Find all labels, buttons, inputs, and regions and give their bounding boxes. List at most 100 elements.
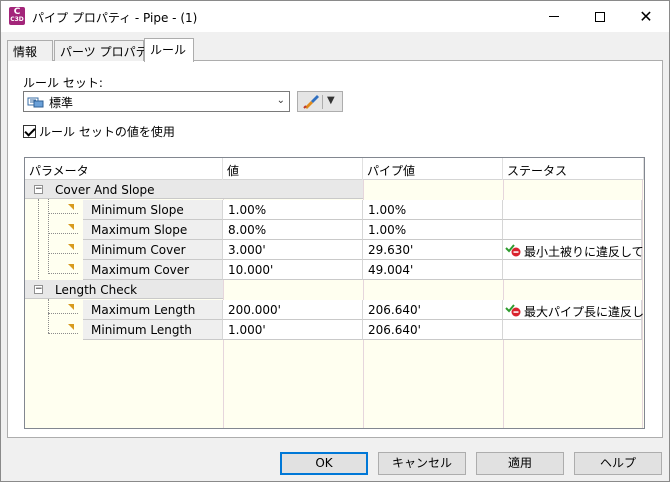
parameter-cell: Minimum Cover	[83, 240, 223, 260]
table-row[interactable]: Minimum Length 1.000' 206.640'	[25, 320, 644, 340]
parameter-name: Minimum Cover	[91, 243, 186, 257]
group-row-length-check[interactable]: − Length Check	[25, 280, 644, 300]
status-cell	[503, 260, 642, 280]
chevron-down-icon: ⌄	[276, 95, 285, 106]
collapse-toggle-icon[interactable]: −	[34, 285, 43, 294]
parameter-name: Maximum Slope	[91, 223, 188, 237]
status-text: 最小土被りに違反して...	[524, 245, 645, 259]
ruleset-selected-value: 標準	[49, 96, 74, 110]
app-icon-sub: C3D	[10, 16, 24, 23]
title-bar[interactable]: C C3D パイプ プロパティ - Pipe - (1) ✕	[1, 1, 669, 32]
column-header-status[interactable]: ステータス	[503, 158, 644, 180]
value-cell[interactable]: 1.000'	[223, 320, 363, 340]
dropdown-arrow-icon[interactable]: ▼	[327, 95, 335, 106]
pipe-value-text: 1.00%	[368, 223, 407, 237]
group-header-cell: − Length Check	[25, 280, 223, 299]
table-row[interactable]: Maximum Cover 10.000' 49.004'	[25, 260, 644, 280]
pipe-value-cell: 29.630'	[363, 240, 503, 260]
value-text: 10.000'	[228, 263, 274, 277]
pipe-value-text: 1.00%	[368, 203, 407, 217]
status-cell: 最大パイプ長に違反し...	[503, 300, 645, 320]
ruleset-select[interactable]: 標準 ⌄	[23, 91, 290, 112]
minimize-button[interactable]	[531, 1, 577, 32]
table-row[interactable]: Minimum Cover 3.000' 29.630' 最小土被りに違反して.…	[25, 240, 644, 260]
rule-flag-icon	[68, 224, 74, 230]
ruleset-label: ルール セット:	[23, 76, 103, 90]
pipe-value-cell: 206.640'	[363, 300, 503, 320]
value-text: 1.000'	[228, 323, 266, 337]
collapse-toggle-icon[interactable]: −	[34, 185, 43, 194]
value-cell[interactable]: 200.000'	[223, 300, 363, 320]
close-button[interactable]: ✕	[623, 1, 669, 32]
parameter-cell: Maximum Length	[83, 300, 223, 320]
value-text: 1.00%	[228, 203, 267, 217]
tab-part-properties[interactable]: パーツ プロパティ	[54, 40, 159, 61]
parameter-name: Maximum Length	[91, 303, 196, 317]
value-cell[interactable]: 1.00%	[223, 200, 363, 220]
status-cell: 最小土被りに違反して...	[503, 240, 645, 260]
window-title: パイプ プロパティ - Pipe - (1)	[32, 11, 198, 25]
status-cell	[503, 320, 642, 340]
use-ruleset-values-checkbox[interactable]	[23, 125, 36, 138]
tool-separator	[322, 95, 323, 109]
status-cell	[503, 220, 642, 240]
use-ruleset-values-label: ルール セットの値を使用	[39, 125, 175, 139]
value-text: 8.00%	[228, 223, 267, 237]
value-cell[interactable]: 3.000'	[223, 240, 363, 260]
parameter-cell: Maximum Cover	[83, 260, 223, 280]
ruleset-icon	[27, 97, 44, 108]
parameter-name: Minimum Length	[91, 323, 192, 337]
parameter-name: Minimum Slope	[91, 203, 184, 217]
pipe-value-text: 29.630'	[368, 243, 414, 257]
value-text: 3.000'	[228, 243, 266, 257]
group-header-cell: − Cover And Slope	[25, 180, 363, 199]
maximize-icon	[595, 11, 605, 22]
use-ruleset-values-row[interactable]: ルール セットの値を使用	[23, 123, 175, 140]
rule-violation-icon	[505, 304, 521, 317]
value-text: 200.000'	[228, 303, 281, 317]
cancel-button[interactable]: キャンセル	[378, 452, 466, 475]
minimize-icon	[549, 16, 559, 17]
group-name: Cover And Slope	[55, 183, 155, 197]
parameter-name: Maximum Cover	[91, 263, 190, 277]
close-icon: ✕	[639, 6, 653, 26]
status-cell	[503, 200, 642, 220]
group-name: Length Check	[55, 283, 138, 297]
table-row[interactable]: Maximum Length 200.000' 206.640' 最大パイプ長に…	[25, 300, 644, 320]
tab-rules[interactable]: ルール	[144, 38, 194, 62]
parameter-cell: Minimum Length	[83, 320, 223, 340]
apply-button[interactable]: 適用	[476, 452, 564, 475]
column-header-pipe-value[interactable]: パイプ値	[363, 158, 503, 180]
dialog-window: C C3D パイプ プロパティ - Pipe - (1) ✕ 情報 パーツ プロ…	[0, 0, 670, 482]
grid-header: パラメータ 値 パイプ値 ステータス	[25, 158, 644, 180]
column-header-parameter[interactable]: パラメータ	[25, 158, 223, 180]
pipe-value-cell: 206.640'	[363, 320, 503, 340]
pipe-value-text: 49.004'	[368, 263, 414, 277]
rule-flag-icon	[68, 204, 74, 210]
rule-flag-icon	[68, 324, 74, 330]
pipe-value-cell: 1.00%	[363, 200, 503, 220]
ok-button[interactable]: OK	[280, 452, 368, 475]
civil3d-app-icon: C C3D	[9, 7, 25, 25]
edit-ruleset-button[interactable]: ▼	[297, 91, 343, 112]
pipe-value-cell: 1.00%	[363, 220, 503, 240]
parameter-cell: Maximum Slope	[83, 220, 223, 240]
rule-flag-icon	[68, 244, 74, 250]
brush-edit-icon	[303, 95, 319, 109]
value-cell[interactable]: 8.00%	[223, 220, 363, 240]
column-header-value[interactable]: 値	[223, 158, 363, 180]
pipe-value-text: 206.640'	[368, 303, 421, 317]
group-row-cover-and-slope[interactable]: − Cover And Slope	[25, 180, 644, 200]
tab-info[interactable]: 情報	[7, 40, 53, 61]
table-row[interactable]: Minimum Slope 1.00% 1.00%	[25, 200, 644, 220]
value-cell[interactable]: 10.000'	[223, 260, 363, 280]
maximize-button[interactable]	[577, 1, 623, 32]
pipe-value-text: 206.640'	[368, 323, 421, 337]
status-text: 最大パイプ長に違反し...	[524, 305, 645, 319]
rule-flag-icon	[68, 304, 74, 310]
rules-grid[interactable]: パラメータ 値 パイプ値 ステータス − Cover And Slope Min	[24, 157, 645, 429]
rule-flag-icon	[68, 264, 74, 270]
help-button[interactable]: ヘルプ	[574, 452, 662, 475]
parameter-cell: Minimum Slope	[83, 200, 223, 220]
table-row[interactable]: Maximum Slope 8.00% 1.00%	[25, 220, 644, 240]
